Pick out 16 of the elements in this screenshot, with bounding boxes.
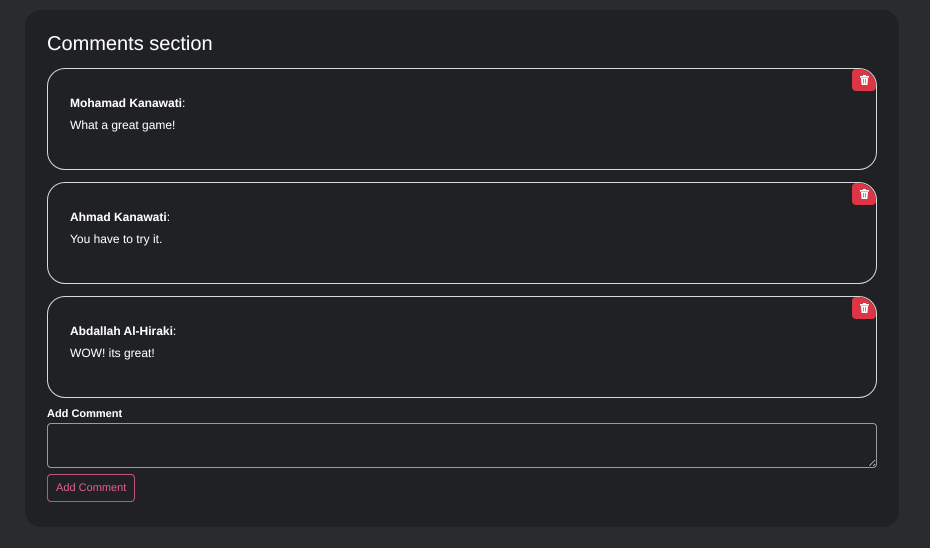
trash-icon [860, 75, 868, 85]
field-label: Add Comment [47, 408, 124, 420]
delete-button[interactable] [852, 69, 876, 91]
section-title: Comments section [47, 32, 214, 56]
delete-button[interactable] [852, 297, 876, 319]
comment-author: Ahmad Kanawati: [70, 210, 172, 224]
delete-button[interactable] [852, 183, 876, 205]
trash-icon [860, 189, 868, 199]
comment-author: Abdallah Al-Hiraki: [70, 324, 178, 338]
comment-text: What a great game! [70, 118, 176, 132]
comment-text: You have to try it. [70, 232, 164, 246]
comment-text: WOW! its great! [70, 346, 156, 360]
add-comment-button[interactable]: Add Comment [47, 474, 136, 502]
trash-icon [860, 303, 868, 313]
comment-input[interactable] [47, 423, 877, 468]
comment-author: Mohamad Kanawati: [70, 96, 186, 110]
